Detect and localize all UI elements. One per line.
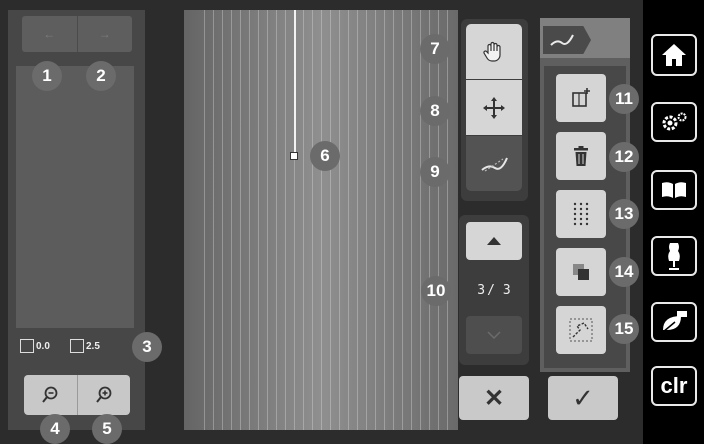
callout-6: 6 [310, 141, 340, 171]
prev-arrow-button[interactable]: ← [22, 16, 78, 52]
page-down-button[interactable] [466, 316, 522, 354]
dress-form-icon [668, 243, 680, 270]
trash-icon [574, 146, 588, 166]
callout-1: 1 [32, 61, 62, 91]
hand-tool-button[interactable] [466, 24, 522, 79]
home-icon [662, 44, 686, 66]
insert-stitch-icon [572, 88, 590, 107]
callout-3: 3 [132, 332, 162, 362]
callout-5: 5 [92, 414, 122, 444]
info-right-value: 2.5 [86, 340, 100, 352]
page-up-button[interactable] [466, 222, 522, 260]
sewing-consultant-button[interactable] [651, 236, 697, 276]
book-icon [662, 182, 686, 198]
stitch-pattern-icon [569, 318, 593, 342]
insert-stitch-button[interactable] [556, 74, 606, 122]
length-icon [70, 339, 84, 353]
callout-9: 9 [420, 157, 450, 187]
clear-button[interactable]: clr [651, 366, 697, 406]
callout-12: 12 [609, 142, 639, 172]
layer-button[interactable] [556, 248, 606, 296]
info-left: 0.0 [20, 338, 50, 354]
eco-leaf-icon [662, 311, 687, 333]
down-arrow-icon [487, 331, 501, 339]
stitch-line [294, 10, 296, 156]
up-arrow-icon [487, 237, 501, 245]
zoom-in-button[interactable] [78, 375, 131, 415]
dotted-grid-icon [573, 202, 589, 226]
zoom-controls [24, 375, 130, 415]
checkmark-icon: ✓ [572, 382, 594, 413]
page-separator: / [487, 282, 495, 298]
zoom-out-icon [42, 386, 58, 403]
zoom-out-button[interactable] [24, 375, 78, 415]
page-current: 3 [477, 282, 486, 298]
stitch-edit-icon [481, 157, 508, 171]
right-arrow-icon: → [98, 27, 111, 41]
callout-10: 10 [421, 276, 451, 306]
callout-14: 14 [609, 257, 639, 287]
left-arrow-icon: ← [43, 27, 56, 41]
next-arrow-button[interactable]: → [78, 16, 133, 52]
stitch-mode-indicator[interactable] [543, 26, 591, 54]
layers-icon [573, 264, 589, 280]
preview-area [16, 66, 134, 328]
settings-button[interactable] [651, 102, 697, 142]
page-indicator: 3 / 3 [466, 280, 522, 300]
clr-label: clr [660, 373, 688, 398]
callout-13: 13 [609, 199, 639, 229]
callout-8: 8 [420, 96, 450, 126]
stitch-lines [196, 10, 452, 430]
callout-11: 11 [609, 84, 639, 114]
close-icon: ✕ [483, 384, 505, 412]
home-button[interactable] [651, 34, 697, 76]
callout-15: 15 [609, 314, 639, 344]
stitch-grid-button[interactable] [556, 190, 606, 238]
delete-button[interactable] [556, 132, 606, 180]
width-icon [20, 339, 34, 353]
confirm-button[interactable]: ✓ [548, 376, 618, 420]
callout-2: 2 [86, 61, 116, 91]
callout-7: 7 [420, 34, 450, 64]
info-right: 2.5 [70, 338, 100, 354]
info-left-value: 0.0 [36, 340, 50, 352]
page-total: 3 [502, 282, 511, 298]
pattern-select-button[interactable] [556, 306, 606, 354]
callout-4: 4 [40, 414, 70, 444]
cancel-button[interactable]: ✕ [459, 376, 529, 420]
zoom-in-icon [95, 386, 112, 403]
eco-button[interactable] [651, 302, 697, 342]
move-arrows-icon [483, 96, 505, 119]
hand-icon [483, 41, 501, 62]
guide-button[interactable] [651, 170, 697, 210]
move-tool-button[interactable] [466, 80, 522, 135]
stitch-point-marker[interactable] [290, 152, 298, 160]
stitch-curve-icon [550, 34, 574, 46]
arrow-toggle: ← → [22, 16, 132, 52]
stitch-edit-button[interactable] [466, 136, 522, 191]
gear-icon [662, 112, 687, 131]
